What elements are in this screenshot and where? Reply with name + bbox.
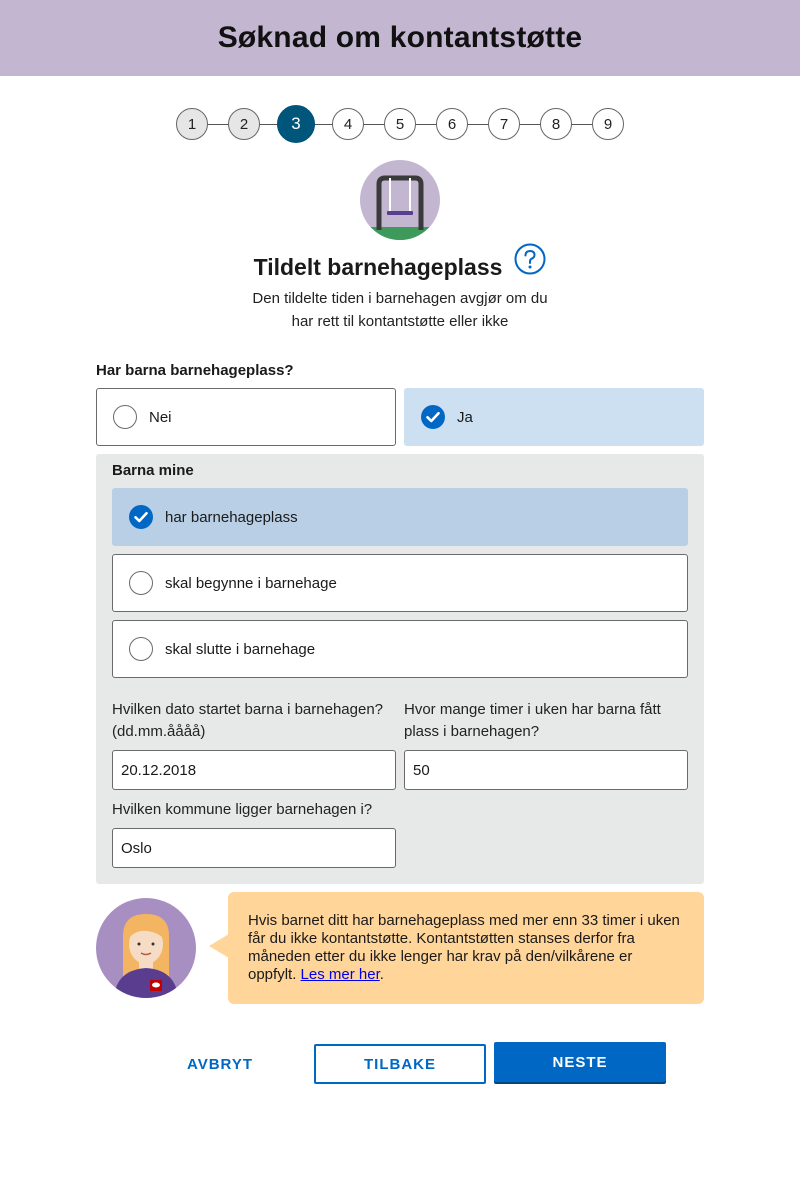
start-date-value: 20.12.2018 [121, 761, 197, 779]
radio-label-har-barnehageplass: har barnehageplass [165, 508, 298, 526]
info-line-3: måneden etter du ikke lenger har krav på… [248, 948, 633, 965]
radio-checked-icon [129, 505, 153, 529]
read-more-link[interactable]: Les mer her [301, 966, 380, 983]
radio-label-skal-begynne: skal begynne i barnehage [165, 574, 337, 592]
next-button[interactable]: NESTE [494, 1042, 666, 1082]
veileder-avatar-icon [96, 898, 196, 998]
step-1[interactable]: 1 [176, 108, 208, 140]
description-line-1: Den tildelte tiden i barnehagen avgjør o… [252, 290, 548, 307]
children-label: Barna mine [112, 462, 194, 479]
description-line-2: har rett til kontantstøtte eller ikke [291, 313, 509, 330]
radio-nei[interactable]: Nei [96, 388, 396, 446]
page-header: Søknad om kontantstøtte [0, 0, 800, 76]
radio-checked-icon [421, 405, 445, 429]
step-7: 7 [488, 108, 520, 140]
cancel-button[interactable]: AVBRYT [150, 1044, 290, 1084]
step-2[interactable]: 2 [228, 108, 260, 140]
step-5: 5 [384, 108, 416, 140]
hours-label: Hvor mange timer i uken har barna fått p… [404, 699, 694, 743]
info-line-4: oppfylt. Les mer her. [248, 966, 684, 984]
radio-skal-begynne[interactable]: skal begynne i barnehage [112, 554, 688, 612]
radio-ja[interactable]: Ja [404, 388, 704, 446]
step-9: 9 [592, 108, 624, 140]
question-circle-icon[interactable] [514, 243, 546, 275]
swing-icon [360, 160, 440, 240]
step-3-current: 3 [277, 105, 315, 143]
info-speech-bubble: Hvis barnet ditt har barnehageplass med … [228, 892, 704, 1004]
step-8: 8 [540, 108, 572, 140]
hours-label-line-1: Hvor mange timer i uken har barna fått [404, 701, 661, 718]
step-6: 6 [436, 108, 468, 140]
section-title-row: Tildelt barnehageplass [0, 243, 800, 281]
info-line-2: får du ikke kontantstøtte. Kontantstøtte… [248, 930, 635, 947]
start-date-label-line-1: Hvilken dato startet barna i barnehagen? [112, 701, 384, 718]
step-4: 4 [332, 108, 364, 140]
question-label: Har barna barnehageplass? [96, 362, 294, 379]
info-line-4-prefix: oppfylt. [248, 966, 301, 983]
radio-unchecked-icon [129, 571, 153, 595]
hours-label-line-2: plass i barnehagen? [404, 723, 540, 740]
municipality-value: Oslo [121, 839, 152, 857]
radio-har-barnehageplass[interactable]: har barnehageplass [112, 488, 688, 546]
radio-label-ja: Ja [457, 408, 473, 426]
radio-label-skal-slutte: skal slutte i barnehage [165, 640, 316, 658]
start-date-label: Hvilken dato startet barna i barnehagen?… [112, 699, 402, 743]
page-title: Søknad om kontantstøtte [217, 21, 583, 54]
municipality-label: Hvilken kommune ligger barnehagen i? [112, 801, 373, 818]
radio-unchecked-icon [113, 405, 137, 429]
hours-field[interactable]: 50 [404, 750, 688, 790]
radio-skal-slutte[interactable]: skal slutte i barnehage [112, 620, 688, 678]
radio-label-nei: Nei [149, 408, 172, 426]
section-description: Den tildelte tiden i barnehagen avgjør o… [0, 287, 800, 333]
section-title: Tildelt barnehageplass [253, 254, 503, 280]
info-line-1: Hvis barnet ditt har barnehageplass med … [248, 912, 680, 929]
info-line-4-suffix: . [379, 966, 384, 983]
speech-bubble-tail [209, 934, 229, 958]
radio-unchecked-icon [129, 637, 153, 661]
hours-value: 50 [413, 761, 430, 779]
back-button[interactable]: TILBAKE [314, 1044, 486, 1084]
municipality-field[interactable]: Oslo [112, 828, 396, 868]
start-date-field[interactable]: 20.12.2018 [112, 750, 396, 790]
start-date-label-line-2: (dd.mm.åååå) [112, 723, 206, 740]
progress-stepper: 1 2 3 4 5 6 7 8 9 [174, 104, 626, 144]
